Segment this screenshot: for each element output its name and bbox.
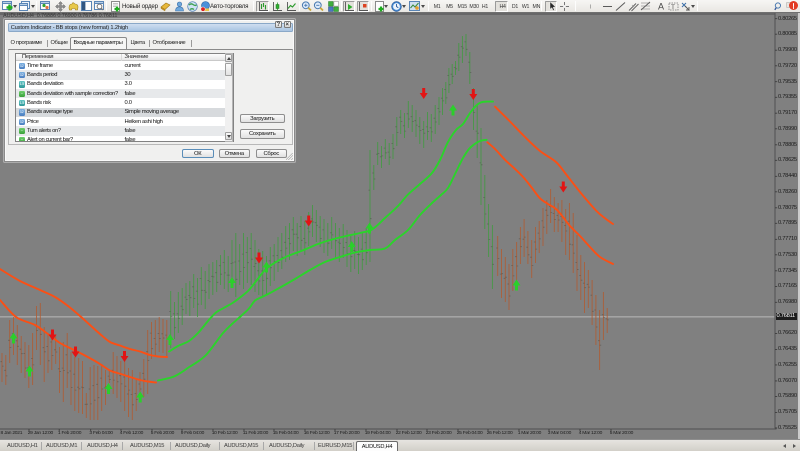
svg-text:T: T (671, 4, 675, 11)
svg-text:A: A (658, 2, 664, 12)
